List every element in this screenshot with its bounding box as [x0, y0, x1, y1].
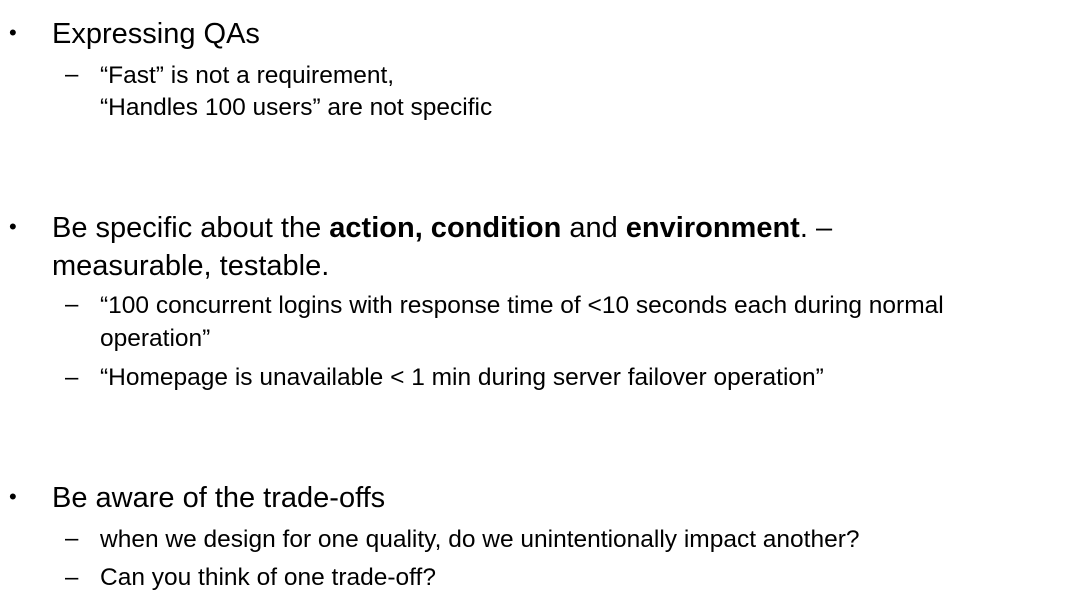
- section3-heading: Be aware of the trade-offs: [52, 482, 386, 514]
- heading-bold-text: action, condition: [329, 212, 562, 244]
- heading-text: Be specific about the: [52, 212, 330, 244]
- heading-text: . –: [799, 212, 833, 244]
- dash-icon: –: [65, 525, 79, 552]
- dash-icon: –: [65, 564, 79, 591]
- section3-sub2: Can you think of one trade-off?: [100, 564, 436, 591]
- heading-bold-text: environment: [625, 212, 800, 244]
- section2-heading: Be specific about the action, condition …: [52, 209, 832, 247]
- section2-sub2: “Homepage is unavailable < 1 min during …: [100, 364, 824, 391]
- section1-sub1-line2: “Handles 100 users” are not specific: [100, 94, 493, 121]
- bullet-icon: •: [9, 214, 17, 239]
- section1-sub1-line1: “Fast” is not a requirement,: [100, 62, 395, 89]
- dash-icon: –: [65, 61, 79, 88]
- section3-sub1: when we design for one quality, do we un…: [100, 526, 860, 553]
- bullet-icon: •: [9, 20, 17, 45]
- section2-heading-line2: measurable, testable.: [52, 250, 330, 282]
- bullet-icon: •: [9, 484, 17, 509]
- section2-sub1-line2: operation”: [100, 325, 211, 352]
- heading-text: and: [561, 212, 626, 244]
- section1-heading: Expressing QAs: [52, 18, 260, 50]
- section2-sub1-line1: “100 concurrent logins with response tim…: [100, 292, 944, 319]
- dash-icon: –: [65, 291, 79, 318]
- dash-icon: –: [65, 364, 79, 391]
